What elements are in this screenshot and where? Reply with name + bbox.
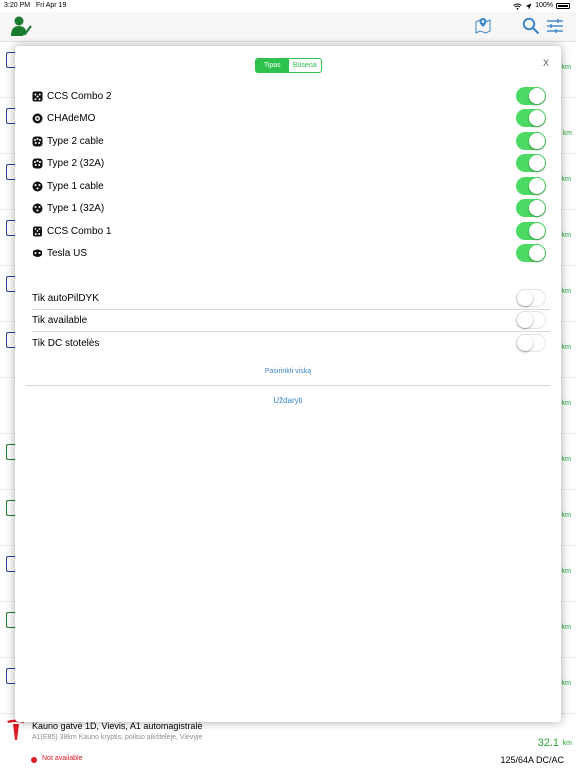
- connector-label: CHAdeMO: [47, 112, 96, 124]
- distance-unit: km: [561, 64, 571, 71]
- connector-row-ccs-combo-2: CCS Combo 2: [32, 85, 546, 107]
- location-arrow-icon: [525, 3, 532, 9]
- distance-unit: km: [562, 130, 572, 137]
- distance-unit: km: [561, 512, 571, 519]
- autopildyk-toggle[interactable]: [516, 289, 546, 307]
- map-pin-icon[interactable]: [474, 16, 492, 34]
- status-right: 100%: [513, 0, 570, 12]
- option-row-dc: Tik DC stotelės: [32, 332, 546, 354]
- type1-32a-toggle[interactable]: [516, 199, 546, 217]
- connector-label: Type 2 cable: [47, 135, 104, 147]
- station-description: A1(E85) 38km Kauno kryptis, poilsio aikš…: [32, 734, 203, 741]
- type1-32a-icon: [32, 203, 43, 213]
- connector-label: CCS Combo 2: [47, 90, 112, 102]
- toggle-knob: [529, 88, 545, 104]
- status-date: Fri Apr 19: [36, 2, 67, 9]
- connector-label: Type 1 cable: [47, 180, 104, 192]
- tab-type[interactable]: Tipas: [256, 59, 289, 72]
- select-all-link[interactable]: Pasirinkti viską: [15, 368, 561, 375]
- tab-status[interactable]: Būsena: [289, 59, 322, 72]
- toggle-knob: [517, 290, 533, 306]
- toggle-knob: [529, 110, 545, 126]
- connector-row-ccs-combo-1: CCS Combo 1: [32, 220, 546, 242]
- option-label: Tik available: [32, 314, 88, 326]
- ccs-combo-1-icon: [33, 226, 42, 236]
- filter-modal: Tipas Būsena X CCS Combo 2 CHAdeMO Type …: [15, 46, 561, 722]
- toggle-knob: [529, 223, 545, 239]
- type2-32a-toggle[interactable]: [516, 154, 546, 172]
- divider: [26, 385, 550, 386]
- type1-cable-toggle[interactable]: [516, 177, 546, 195]
- user-check-icon[interactable]: [10, 15, 32, 37]
- tesla-logo-icon: [7, 719, 25, 740]
- toggle-knob: [517, 312, 533, 328]
- status-time: 3:20 PM: [4, 2, 31, 9]
- station-power: 125/64A DC/AC: [500, 755, 564, 765]
- toggle-knob: [529, 178, 545, 194]
- close-icon[interactable]: X: [543, 58, 549, 68]
- close-button[interactable]: Uždaryti: [15, 396, 561, 405]
- distance-unit: km: [561, 568, 571, 575]
- connector-row-tesla-us: Tesla US: [32, 242, 546, 264]
- connector-row-type1-cable: Type 1 cable: [32, 175, 546, 197]
- type1-cable-icon: [32, 181, 43, 191]
- type2-32a-icon: [32, 158, 43, 168]
- connector-row-type2-32a: Type 2 (32A): [32, 152, 546, 174]
- connector-label: Type 2 (32A): [47, 157, 105, 169]
- tesla-us-icon: [33, 249, 42, 257]
- status-bar: 3:20 PM Fri Apr 19 100%: [0, 0, 576, 12]
- dc-only-toggle[interactable]: [516, 334, 546, 352]
- ccs-combo-2-icon: [32, 91, 43, 101]
- nav-bar: [0, 12, 576, 42]
- tesla-us-toggle[interactable]: [516, 244, 546, 262]
- station-row-vievis[interactable]: Kauno gatvė 1D, Vievis, A1 automagistral…: [0, 714, 576, 768]
- distance-unit: km: [561, 456, 571, 463]
- toggle-knob: [529, 200, 545, 216]
- app-screen: 3:20 PM Fri Apr 19 100% km km km km km k…: [0, 0, 576, 768]
- distance-unit: km: [561, 624, 571, 631]
- filter-segmented-control: Tipas Būsena: [255, 58, 322, 73]
- distance-unit: km: [561, 344, 571, 351]
- connector-row-type2-cable: Type 2 cable: [32, 130, 546, 152]
- toggle-knob: [529, 133, 545, 149]
- connector-label: Type 1 (32A): [47, 202, 105, 214]
- chademo-icon: [32, 113, 43, 123]
- ccs-combo-1-toggle[interactable]: [516, 222, 546, 240]
- chademo-toggle[interactable]: [516, 109, 546, 127]
- distance-unit: km: [561, 680, 571, 687]
- toggle-knob: [517, 335, 533, 351]
- connector-label: CCS Combo 1: [47, 225, 112, 237]
- type2-cable-icon: [32, 136, 43, 146]
- availability-status: Not available: [42, 755, 83, 762]
- station-distance-unit: km: [562, 740, 572, 747]
- connector-row-chademo: CHAdeMO: [32, 107, 546, 129]
- station-address: Kauno gatvė 1D, Vievis, A1 automagistral…: [32, 721, 203, 731]
- search-icon[interactable]: [522, 17, 540, 35]
- station-distance: 32.1: [537, 737, 559, 749]
- battery-icon: [556, 3, 570, 9]
- option-row-available: Tik available: [32, 309, 546, 331]
- toggle-knob: [529, 155, 545, 171]
- option-label: Tik autoPilDYK: [32, 292, 99, 304]
- distance-unit: km: [561, 232, 571, 239]
- available-toggle[interactable]: [516, 311, 546, 329]
- distance-unit: km: [561, 288, 571, 295]
- option-row-autopildyk: Tik autoPilDYK: [32, 287, 546, 309]
- connector-label: Tesla US: [47, 247, 88, 259]
- distance-unit: km: [561, 176, 571, 183]
- filter-icon[interactable]: [546, 18, 564, 34]
- wifi-icon: [513, 2, 522, 10]
- type2-cable-toggle[interactable]: [516, 132, 546, 150]
- option-label: Tik DC stotelės: [32, 337, 100, 349]
- toggle-knob: [529, 245, 545, 261]
- availability-dot: [31, 757, 37, 763]
- ccs-combo-2-toggle[interactable]: [516, 87, 546, 105]
- distance-unit: km: [561, 400, 571, 407]
- battery-percent: 100%: [535, 2, 553, 9]
- connector-row-type1-32a: Type 1 (32A): [32, 197, 546, 219]
